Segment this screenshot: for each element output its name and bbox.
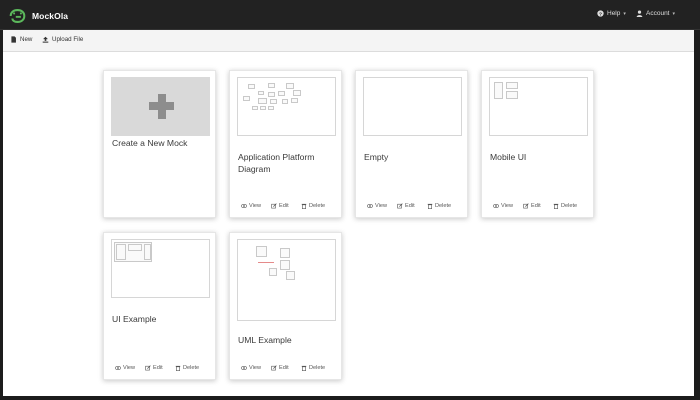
caret-down-icon: ▾ — [623, 10, 626, 17]
delete-label: Delete — [435, 203, 452, 209]
edit-icon — [523, 203, 529, 209]
delete-label: Delete — [309, 203, 326, 209]
eye-icon — [367, 204, 373, 208]
delete-button[interactable]: Delete — [427, 203, 451, 209]
edit-button[interactable]: Edit — [271, 203, 289, 209]
delete-label: Delete — [183, 365, 200, 371]
view-label: View — [249, 365, 262, 371]
card-actions: View Edit Delete — [230, 365, 341, 374]
mock-card[interactable]: UML Example View Edit Delete — [229, 232, 342, 380]
eye-icon — [241, 204, 247, 208]
create-new-mock-card[interactable]: Create a New Mock — [103, 70, 216, 218]
edit-button[interactable]: Edit — [397, 203, 415, 209]
edit-icon — [271, 203, 277, 209]
trash-icon — [427, 203, 433, 209]
question-circle-icon: ? — [597, 10, 604, 17]
user-icon — [636, 10, 643, 17]
edit-label: Edit — [279, 203, 289, 209]
account-label: Account — [646, 10, 670, 17]
card-actions: View Edit Delete — [104, 365, 215, 374]
eye-icon — [115, 366, 121, 370]
card-actions: View Edit Delete — [356, 203, 467, 212]
mock-card[interactable]: Mobile UI View Edit Delete — [481, 70, 594, 218]
help-menu[interactable]: ? Help ▾ — [597, 10, 626, 17]
mock-thumbnail[interactable] — [363, 77, 462, 136]
edit-button[interactable]: Edit — [145, 365, 163, 371]
mock-title: Application Platform Diagram — [238, 152, 315, 174]
create-new-mock-label: Create a New Mock — [112, 138, 188, 148]
view-button[interactable]: View — [493, 203, 513, 209]
view-label: View — [375, 203, 388, 209]
view-button[interactable]: View — [115, 365, 135, 371]
trash-icon — [301, 203, 307, 209]
delete-label: Delete — [309, 365, 326, 371]
caret-down-icon: ▾ — [672, 10, 676, 17]
edit-icon — [271, 365, 277, 371]
new-label: New — [20, 36, 33, 43]
app-name: MockOla — [32, 10, 69, 21]
top-navbar: MockOla ? Help ▾ Account ▾ — [0, 0, 700, 30]
mock-thumbnail[interactable] — [237, 77, 336, 136]
help-label: Help — [607, 10, 621, 17]
mock-card[interactable]: Application Platform Diagram View Edit D… — [229, 70, 342, 218]
edit-label: Edit — [405, 203, 415, 209]
mock-title: UI Example — [112, 314, 157, 324]
edit-icon — [145, 365, 151, 371]
trash-icon — [175, 365, 181, 371]
upload-file-button[interactable]: Upload File — [42, 36, 83, 43]
edit-button[interactable]: Edit — [523, 203, 541, 209]
mock-card[interactable]: Empty View Edit Delete — [355, 70, 468, 218]
svg-text:?: ? — [599, 11, 602, 17]
mock-title: Empty — [364, 152, 389, 162]
upload-icon — [42, 36, 49, 43]
delete-button[interactable]: Delete — [175, 365, 199, 371]
card-actions: View Edit Delete — [230, 203, 341, 212]
delete-button[interactable]: Delete — [553, 203, 577, 209]
upload-label: Upload File — [52, 36, 84, 43]
delete-button[interactable]: Delete — [301, 203, 325, 209]
mock-title: UML Example — [238, 335, 292, 345]
edit-label: Edit — [153, 365, 163, 371]
eye-icon — [241, 366, 247, 370]
file-icon — [11, 36, 16, 43]
create-mock-thumbnail[interactable] — [111, 77, 210, 136]
eye-icon — [493, 204, 499, 208]
new-button[interactable]: New — [10, 36, 32, 43]
trash-icon — [553, 203, 559, 209]
frog-logo-icon — [9, 8, 26, 23]
view-label: View — [249, 203, 262, 209]
view-button[interactable]: View — [367, 203, 387, 209]
delete-label: Delete — [561, 203, 578, 209]
mock-card[interactable]: UI Example View Edit Delete — [103, 232, 216, 380]
edit-icon — [397, 203, 403, 209]
edit-label: Edit — [531, 203, 541, 209]
trash-icon — [301, 365, 307, 371]
edit-button[interactable]: Edit — [271, 365, 289, 371]
mock-thumbnail[interactable] — [489, 77, 588, 136]
brand[interactable]: MockOla — [9, 7, 68, 24]
view-label: View — [123, 365, 136, 371]
mock-title: Mobile UI — [490, 152, 527, 162]
delete-button[interactable]: Delete — [301, 365, 325, 371]
card-actions: View Edit Delete — [482, 203, 593, 212]
main-page: New Upload File Create a New Mock Applic… — [3, 30, 694, 396]
toolbar: New Upload File — [3, 30, 694, 52]
account-menu[interactable]: Account ▾ — [636, 10, 675, 17]
view-button[interactable]: View — [241, 365, 261, 371]
mock-thumbnail[interactable] — [237, 239, 336, 321]
edit-label: Edit — [279, 365, 289, 371]
view-button[interactable]: View — [241, 203, 261, 209]
view-label: View — [501, 203, 514, 209]
mock-thumbnail[interactable] — [111, 239, 210, 298]
